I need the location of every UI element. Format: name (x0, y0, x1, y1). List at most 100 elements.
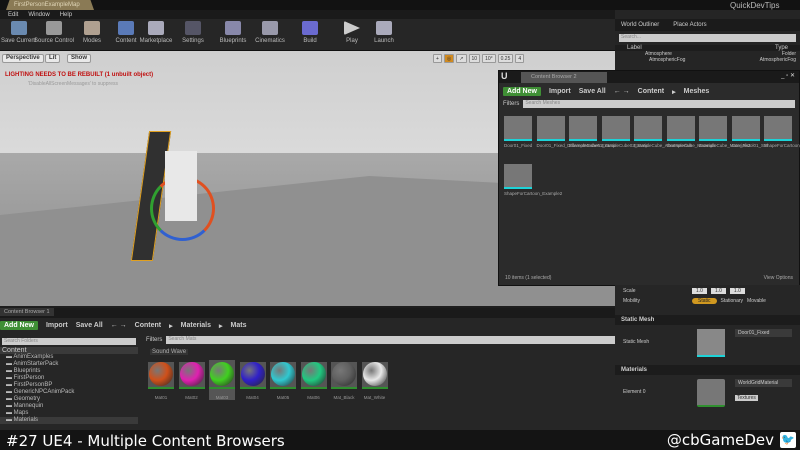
cinematics-button[interactable]: Cinematics (248, 21, 292, 44)
folder-search[interactable]: Search Folders (2, 338, 136, 345)
filter-chip-sound-wave[interactable]: Sound Wave (150, 349, 189, 355)
material-thumbnail[interactable] (697, 379, 725, 407)
scale-z[interactable]: 1.0 (729, 288, 745, 294)
static-mesh-section[interactable]: Static Mesh (615, 315, 800, 325)
asset-label: ShapeForCartoon_Example2 (504, 191, 563, 196)
folder-item[interactable]: ▬ FirstPerson (0, 375, 138, 382)
scale-y[interactable]: 1.0 (710, 288, 726, 294)
back-forward-arrows[interactable]: ← → (614, 88, 630, 95)
mobility-stationary[interactable]: Stationary (721, 298, 744, 304)
folder-label: AnimExamples (13, 354, 54, 360)
mobility-static[interactable]: Static (692, 298, 717, 304)
path-mats[interactable]: Mats (231, 322, 247, 329)
tab-place-actors[interactable]: Place Actors (673, 22, 706, 28)
outliner-row[interactable]: AtmosphericFog AtmosphericFog (615, 57, 800, 63)
save-all-button[interactable]: Save All (76, 322, 103, 329)
path-materials[interactable]: Materials (181, 322, 211, 329)
asset-tile[interactable]: ExampleCube01_Static (569, 116, 616, 148)
asset-tile[interactable]: Gun_Pistol01_SM (731, 116, 768, 148)
asset-tile[interactable]: ExampleCube_Materials2 (699, 116, 751, 148)
asset-tile[interactable]: Door01_Fixed_DifferentMeshes (536, 116, 600, 148)
folder-item[interactable]: ▬ Maps (0, 410, 138, 417)
scale-icon[interactable]: ↗ (456, 54, 467, 63)
scale-snap[interactable]: 0.25 (497, 54, 514, 63)
material-label: Mat05 (276, 395, 290, 400)
show-button[interactable]: Show (67, 54, 91, 63)
static-mesh-dropdown[interactable]: Door01_Fixed (735, 329, 792, 337)
rotate-icon[interactable]: ◎ (443, 54, 455, 63)
asset-search[interactable]: Search Meshes (523, 100, 795, 108)
folder-label: GenericNPCAnimPack (13, 389, 75, 395)
scale-x[interactable]: 1.0 (692, 288, 707, 294)
rotation-snap[interactable]: 10° (482, 54, 496, 63)
folder-label: Blueprints (13, 368, 41, 374)
grid-snap[interactable]: 10 (468, 54, 481, 63)
launch-icon (376, 21, 392, 35)
asset-tile[interactable]: ExampleCube_AlterMaterials (634, 116, 692, 148)
filters-button[interactable]: Filters (146, 337, 162, 343)
material-tile[interactable]: Mat01 (148, 360, 174, 400)
material-tile[interactable]: Mat03 (209, 360, 235, 400)
menu-edit[interactable]: Edit (8, 12, 18, 18)
lit-button[interactable]: Lit (45, 54, 61, 63)
window-controls[interactable]: _ ▫ ✕ (781, 72, 795, 79)
tab-world-outliner[interactable]: World Outliner (621, 22, 659, 28)
outliner-search[interactable]: Search... (619, 34, 796, 42)
asset-label: ExampleCube_Materials (666, 143, 716, 148)
mesh-thumbnail[interactable] (697, 329, 725, 357)
filters-button[interactable]: Filters (503, 101, 519, 107)
material-tile[interactable]: Mat_Black (331, 360, 357, 400)
asset-tile[interactable]: ShapeForCartoon_Example (764, 116, 800, 148)
camera-speed[interactable]: 4 (515, 54, 525, 63)
material-tile[interactable]: Mat04 (239, 360, 266, 400)
map-tab[interactable]: FirstPersonExampleMap (6, 0, 94, 10)
materials-section[interactable]: Materials (615, 365, 800, 375)
cinematics-icon (262, 21, 278, 35)
perspective-button[interactable]: Perspective (2, 54, 44, 63)
folder-item[interactable]: ▬ FirstPersonBP (0, 382, 138, 389)
chevron-right-icon: ▸ (219, 322, 223, 330)
path-content[interactable]: Content (638, 88, 664, 95)
asset-tile[interactable]: ShapeForCartoon_Example2 (504, 164, 563, 196)
import-button[interactable]: Import (46, 322, 68, 329)
tree-root[interactable]: Content (0, 347, 138, 354)
menu-window[interactable]: Window (28, 12, 49, 18)
translate-icon[interactable]: + (433, 54, 442, 63)
tab-content-browser-2[interactable]: Content Browser 2 (521, 72, 607, 83)
build-button[interactable]: Build (288, 21, 332, 44)
asset-tile[interactable]: Door01_Fixed (504, 116, 532, 148)
folder-item[interactable]: ▬ AnimExamples (0, 354, 138, 361)
label: Marketplace (139, 38, 173, 44)
folder-item[interactable]: ▬ Geometry (0, 396, 138, 403)
add-new-button[interactable]: Add New (0, 321, 38, 330)
asset-tile[interactable]: ExampleCube_Materials (666, 116, 716, 148)
view-options-button[interactable]: View Options (764, 275, 793, 281)
back-forward-arrows[interactable]: ← → (111, 322, 127, 329)
tab-content-browser-1[interactable]: Content Browser 1 (0, 308, 54, 316)
save-all-button[interactable]: Save All (579, 88, 606, 95)
folder-item[interactable]: ▬ GenericNPCAnimPack (0, 389, 138, 396)
folder-item[interactable]: ▬ Mannequin (0, 403, 138, 410)
title-bar (0, 0, 800, 10)
material-sphere (271, 362, 295, 386)
folder-item[interactable]: ▬ Materials (0, 417, 138, 424)
path-meshes[interactable]: Meshes (684, 88, 710, 95)
material-tile[interactable]: Mat_White (361, 360, 388, 400)
settings-button[interactable]: Settings (171, 21, 215, 44)
folder-item[interactable]: ▬ AnimStarterPack (0, 361, 138, 368)
add-new-button[interactable]: Add New (503, 87, 541, 96)
material-tile[interactable]: Mat06 (300, 360, 327, 400)
material-tile[interactable]: Mat05 (270, 360, 296, 400)
launch-button[interactable]: Launch (362, 21, 406, 44)
mobility-movable[interactable]: Movable (747, 298, 766, 304)
textures-button[interactable]: Textures (735, 395, 758, 401)
label-column[interactable]: Label (627, 45, 642, 51)
path-content[interactable]: Content (135, 322, 161, 329)
material-dropdown[interactable]: WorldGridMaterial (735, 379, 792, 387)
asset-search[interactable]: Search Mats (166, 336, 615, 344)
material-tile[interactable]: Mat02 (178, 360, 205, 400)
menu-help[interactable]: Help (60, 12, 72, 18)
asset-tile[interactable]: ExampleCube02_Static (601, 116, 649, 148)
folder-item[interactable]: ▬ Blueprints (0, 368, 138, 375)
import-button[interactable]: Import (549, 88, 571, 95)
